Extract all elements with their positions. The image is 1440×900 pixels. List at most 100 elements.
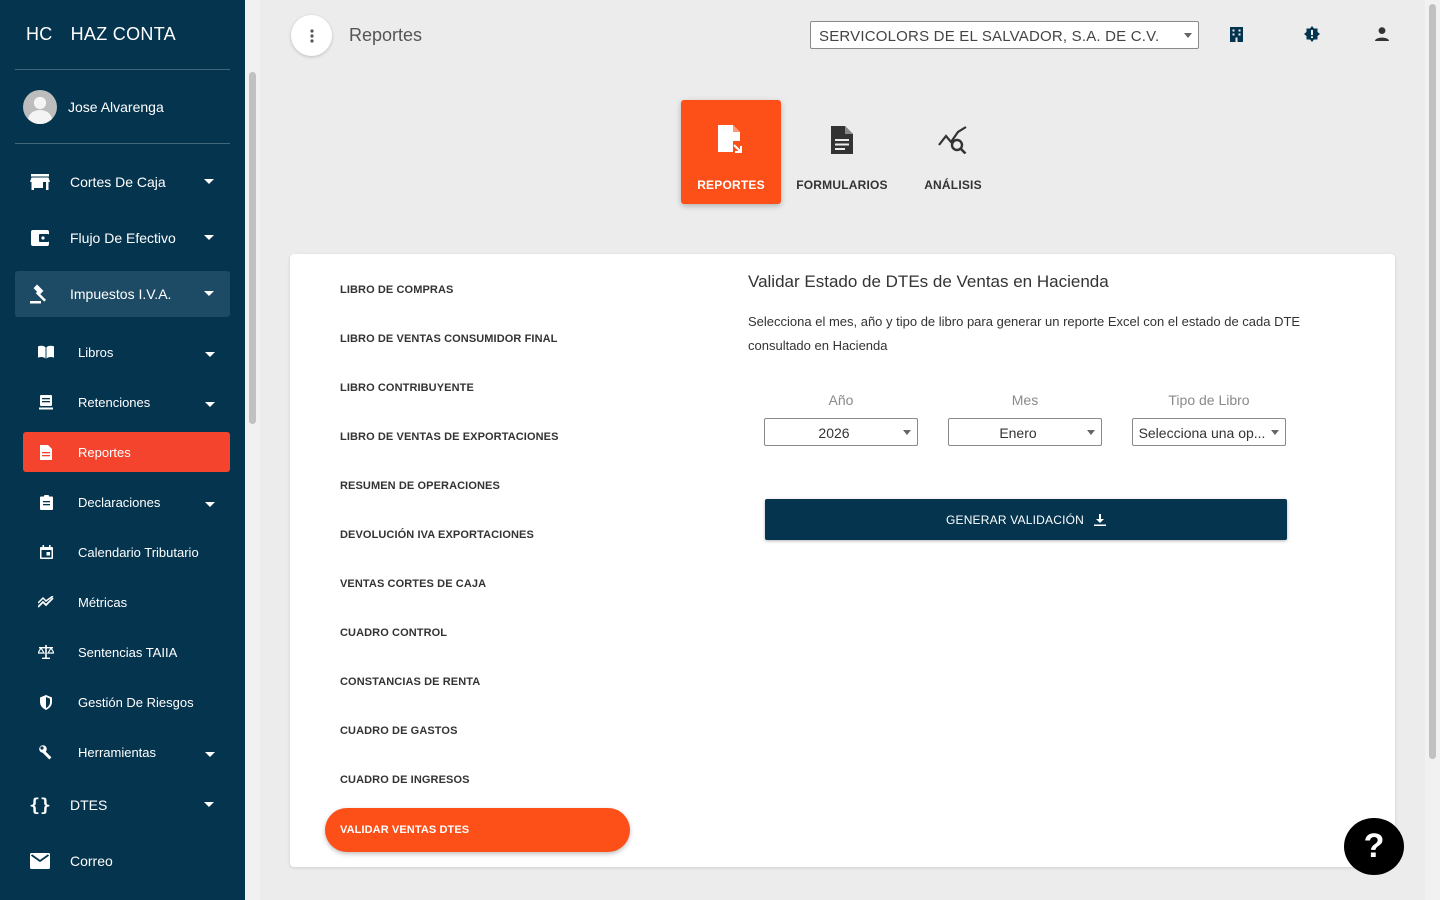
document-icon [831, 124, 853, 156]
report-item-validar-ventas-dtes[interactable]: VALIDAR VENTAS DTES [325, 808, 630, 852]
report-item-devolucion-iva[interactable]: DEVOLUCIÓN IVA EXPORTACIONES [340, 529, 534, 541]
document-icon [38, 444, 54, 460]
sidebar-subitem-reportes[interactable]: Reportes [23, 432, 230, 472]
company-select-value: SERVICOLORS DE EL SALVADOR, S.A. DE C.V. [819, 28, 1160, 45]
store-icon [29, 171, 51, 193]
page-title: Reportes [349, 25, 423, 45]
tab-label: ANÁLISIS [924, 178, 982, 192]
report-item-constancias-renta[interactable]: CONSTANCIAS DE RENTA [340, 676, 480, 688]
more-menu-button[interactable] [291, 15, 332, 56]
wrench-icon [38, 744, 54, 760]
sidebar-subitem-metricas[interactable]: Métricas [23, 582, 230, 622]
dropdown-arrow-icon [1271, 430, 1279, 435]
braces-icon: {} [29, 794, 51, 816]
mail-icon [29, 850, 51, 872]
year-select-value: 2026 [818, 425, 850, 441]
sidebar-subitem-gestion-riesgos[interactable]: Gestión De Riesgos [23, 682, 230, 722]
scrollbar-thumb[interactable] [1429, 4, 1436, 759]
scale-icon [38, 644, 54, 660]
year-label: Año [828, 392, 854, 408]
clipboard-icon [38, 494, 54, 510]
report-item-ventas-cortes-caja[interactable]: VENTAS CORTES DE CAJA [340, 578, 486, 590]
report-item-cuadro-gastos[interactable]: CUADRO DE GASTOS [340, 725, 458, 737]
report-item-libro-compras[interactable]: LIBRO DE COMPRAS [340, 284, 453, 296]
more-vert-icon [309, 28, 314, 43]
month-select[interactable]: Enero [948, 418, 1102, 446]
generate-validation-button[interactable]: GENERAR VALIDACIÓN [765, 499, 1287, 540]
report-item-cuadro-ingresos[interactable]: CUADRO DE INGRESOS [340, 774, 470, 786]
sidebar-item-label: Declaraciones [78, 494, 161, 510]
help-button[interactable]: ? [1344, 818, 1404, 875]
sidebar-item-cortes-de-caja[interactable]: Cortes De Caja [15, 159, 230, 205]
book-type-label: Tipo de Libro [1168, 392, 1250, 408]
sidebar-item-label: Flujo De Efectivo [70, 230, 176, 246]
chevron-down-icon [204, 802, 214, 807]
report-item-libro-contribuyente[interactable]: LIBRO CONTRIBUYENTE [340, 382, 474, 394]
chevron-down-icon [205, 402, 215, 407]
report-item-libro-ventas-exportaciones[interactable]: LIBRO DE VENTAS DE EXPORTACIONES [340, 431, 559, 443]
year-select[interactable]: 2026 [764, 418, 918, 446]
sidebar-subitem-sentencias[interactable]: Sentencias TAIIA [23, 632, 230, 672]
shield-icon [38, 694, 54, 710]
sidebar-item-dtes[interactable]: {} DTES [15, 782, 230, 828]
sidebar-item-label: Gestión De Riesgos [78, 694, 194, 710]
gavel-icon [29, 283, 51, 305]
calendar-icon [38, 544, 54, 560]
sidebar-item-correo[interactable]: Correo [15, 838, 230, 884]
chart-line-icon [38, 594, 54, 610]
chevron-down-icon [205, 352, 215, 357]
book-type-select[interactable]: Selecciona una op... [1132, 418, 1286, 446]
sidebar-subitem-herramientas[interactable]: Herramientas [23, 732, 230, 772]
sidebar-subitem-retenciones[interactable]: Retenciones [23, 382, 230, 422]
sidebar-item-label: Retenciones [78, 394, 151, 410]
month-select-value: Enero [999, 425, 1037, 441]
scrollbar-thumb[interactable] [249, 72, 256, 424]
sidebar-item-label: Calendario Tributario [78, 544, 199, 560]
company-select[interactable]: SERVICOLORS DE EL SALVADOR, S.A. DE C.V. [810, 21, 1199, 49]
panel-title: Validar Estado de DTEs de Ventas en Haci… [748, 272, 1109, 291]
sidebar-item-label: DTES [70, 797, 108, 813]
tab-reportes[interactable]: REPORTES [681, 100, 781, 204]
user-profile[interactable]: Jose Alvarenga [23, 90, 164, 124]
dropdown-arrow-icon [903, 430, 911, 435]
sidebar-subitem-calendario[interactable]: Calendario Tributario [23, 532, 230, 572]
sidebar-item-flujo-de-efectivo[interactable]: Flujo De Efectivo [15, 215, 230, 261]
tab-label: REPORTES [697, 178, 765, 192]
building-icon [1229, 26, 1243, 42]
sidebar-panel: HC HAZ CONTA Jose Alvarenga Cortes De Caj… [0, 0, 245, 900]
tab-analisis[interactable]: ANÁLISIS [903, 100, 1003, 204]
dropdown-arrow-icon [1184, 33, 1192, 38]
sidebar-scrollbar[interactable] [245, 0, 260, 900]
panel-description: Selecciona el mes, año y tipo de libro p… [748, 314, 1301, 353]
report-item-cuadro-control[interactable]: CUADRO CONTROL [340, 627, 447, 639]
avatar [23, 90, 57, 124]
sidebar-item-label: Libros [78, 344, 114, 360]
account-button[interactable] [1373, 25, 1391, 43]
report-item-libro-ventas-consumidor[interactable]: LIBRO DE VENTAS CONSUMIDOR FINAL [340, 333, 558, 345]
sidebar-item-label: Correo [70, 853, 113, 869]
report-item-resumen-operaciones[interactable]: RESUMEN DE OPERACIONES [340, 480, 500, 492]
person-icon [1375, 27, 1389, 41]
tab-formularios[interactable]: FORMULARIOS [792, 100, 892, 204]
sidebar-item-impuestos-iva[interactable]: Impuestos I.V.A. [15, 271, 230, 317]
brand[interactable]: HC HAZ CONTA [26, 24, 176, 45]
dropdown-arrow-icon [1087, 430, 1095, 435]
user-name: Jose Alvarenga [68, 99, 164, 115]
chevron-down-icon [204, 291, 214, 296]
sidebar-item-label: Impuestos I.V.A. [70, 286, 172, 302]
query-stats-icon [938, 124, 968, 156]
book-icon [38, 344, 54, 360]
main-scrollbar[interactable] [1425, 0, 1440, 900]
divider [15, 69, 230, 70]
alert-button[interactable] [1303, 25, 1321, 43]
sidebar-item-label: Sentencias TAIIA [78, 644, 178, 660]
sidebar-item-label: Cortes De Caja [70, 174, 166, 190]
sidebar-subitem-libros[interactable]: Libros [23, 332, 230, 372]
download-icon [1094, 513, 1107, 526]
receipt-icon [38, 394, 54, 410]
sidebar-item-label: Herramientas [78, 744, 157, 760]
sidebar-subitem-declaraciones[interactable]: Declaraciones [23, 482, 230, 522]
building-button[interactable] [1227, 25, 1245, 43]
tab-label: FORMULARIOS [796, 178, 888, 192]
brand-short: HC [26, 24, 53, 44]
